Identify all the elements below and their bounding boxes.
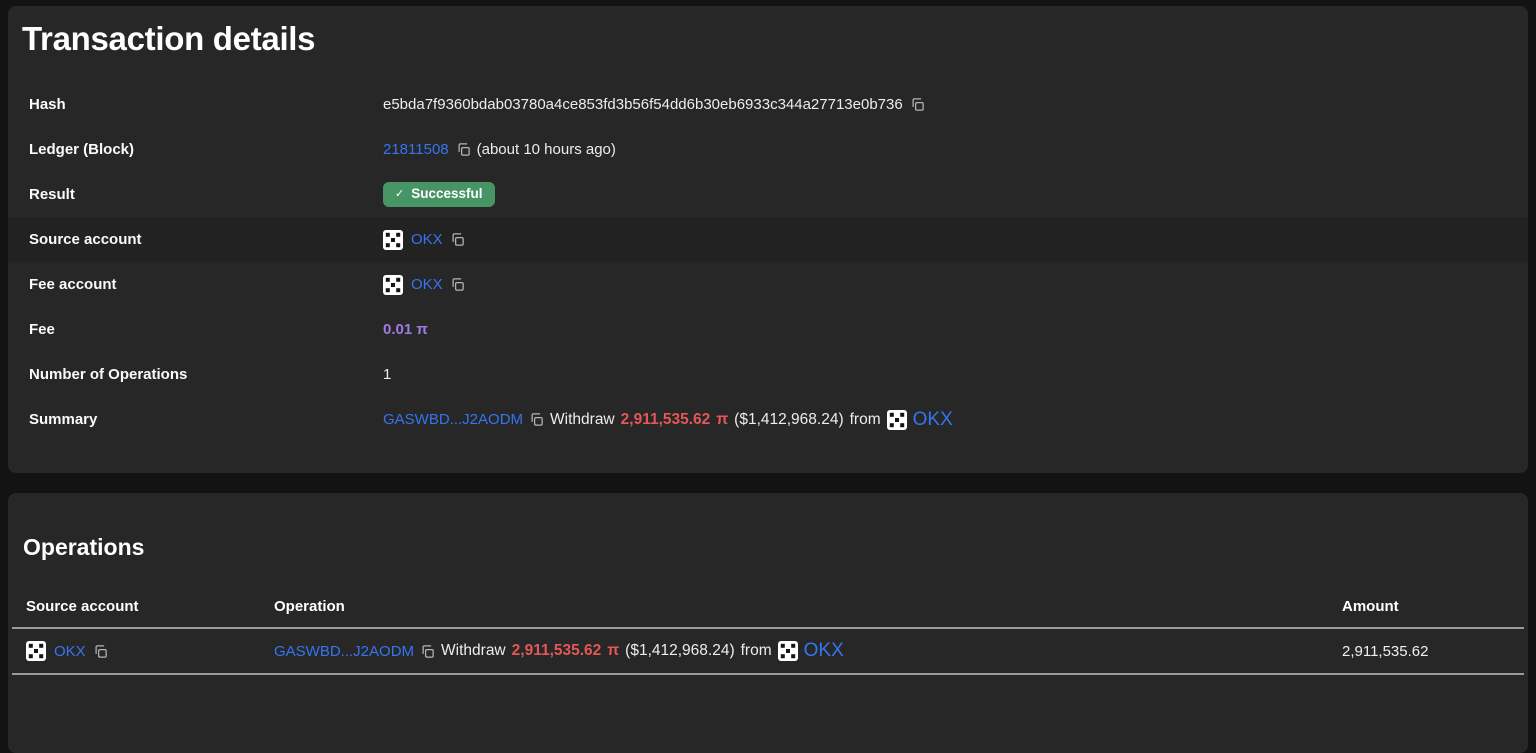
- operation-from-text: from: [741, 642, 772, 660]
- copy-operation-account-button[interactable]: [420, 644, 435, 659]
- row-result: Result ✓ Successful: [8, 172, 1528, 217]
- operation-currency: π: [607, 642, 619, 660]
- hash-label: Hash: [29, 96, 383, 113]
- copy-icon: [450, 277, 465, 292]
- copy-operation-source-button[interactable]: [93, 644, 108, 659]
- operation-summary: GASWBD...J2AODM Withdraw 2,911,535.62 π …: [274, 640, 844, 662]
- header-source-account: Source account: [12, 598, 274, 615]
- operation-amount-cell: 2,911,535.62: [1342, 643, 1524, 660]
- copy-source-account-button[interactable]: [450, 232, 465, 247]
- fee-label: Fee: [29, 321, 383, 338]
- page-title: Transaction details: [22, 20, 1528, 58]
- row-fee: Fee 0.01 π: [8, 307, 1528, 352]
- status-badge: ✓ Successful: [383, 182, 495, 207]
- transaction-details-card: Transaction details Hash e5bda7f9360bdab…: [8, 6, 1528, 473]
- copy-icon: [910, 97, 925, 112]
- transaction-detail-rows: Hash e5bda7f9360bdab03780a4ce853fd3b56f5…: [8, 82, 1528, 442]
- row-ledger: Ledger (Block) 21811508 (about 10 hours …: [8, 127, 1528, 172]
- operation-account-link[interactable]: GASWBD...J2AODM: [274, 643, 414, 660]
- operation-usd-value: ($1,412,968.24): [734, 411, 843, 429]
- source-account-link[interactable]: OKX: [411, 231, 443, 248]
- ledger-label: Ledger (Block): [29, 141, 383, 158]
- operation-summary: GASWBD...J2AODM Withdraw 2,911,535.62 π …: [383, 409, 953, 431]
- operations-card: Operations Source account Operation Amou…: [8, 493, 1528, 753]
- operation-from-text: from: [850, 411, 881, 429]
- hash-value: e5bda7f9360bdab03780a4ce853fd3b56f54dd6b…: [383, 96, 903, 113]
- operations-table: Source account Operation Amount OKX GASW…: [12, 585, 1524, 675]
- operation-description-cell: GASWBD...J2AODM Withdraw 2,911,535.62 π …: [274, 640, 1342, 662]
- copy-icon: [450, 232, 465, 247]
- row-hash: Hash e5bda7f9360bdab03780a4ce853fd3b56f5…: [8, 82, 1528, 127]
- counterparty-link[interactable]: OKX: [913, 409, 953, 431]
- row-operations-count: Number of Operations 1: [8, 352, 1528, 397]
- counterparty-link[interactable]: OKX: [804, 640, 844, 662]
- account-identicon-icon: [383, 275, 403, 295]
- copy-ledger-button[interactable]: [456, 142, 471, 157]
- page: Transaction details Hash e5bda7f9360bdab…: [0, 6, 1536, 753]
- source-account-label: Source account: [29, 231, 383, 248]
- operation-source-cell: OKX: [12, 641, 274, 661]
- fee-value: 0.01 π: [383, 321, 428, 338]
- header-amount: Amount: [1342, 598, 1524, 615]
- summary-label: Summary: [29, 411, 383, 428]
- status-badge-label: Successful: [411, 187, 482, 202]
- copy-fee-account-button[interactable]: [450, 277, 465, 292]
- operation-amount: 2,911,535.62: [621, 411, 711, 429]
- fee-account-label: Fee account: [29, 276, 383, 293]
- account-identicon-icon: [383, 230, 403, 250]
- operation-action: Withdraw: [550, 411, 615, 429]
- ledger-time: (about 10 hours ago): [477, 141, 616, 158]
- row-fee-account: Fee account OKX: [8, 262, 1528, 307]
- operations-count-label: Number of Operations: [29, 366, 383, 383]
- account-identicon-icon: [26, 641, 46, 661]
- operation-amount: 2,911,535.62: [512, 642, 602, 660]
- operation-currency: π: [716, 411, 728, 429]
- operations-count-value: 1: [383, 366, 391, 383]
- operations-title: Operations: [23, 533, 1528, 561]
- operations-table-header: Source account Operation Amount: [12, 585, 1524, 629]
- operation-action: Withdraw: [441, 642, 506, 660]
- copy-icon: [93, 644, 108, 659]
- account-identicon-icon: [887, 410, 907, 430]
- copy-icon: [420, 644, 435, 659]
- result-label: Result: [29, 186, 383, 203]
- row-summary: Summary GASWBD...J2AODM Withdraw 2,911,5…: [8, 397, 1528, 442]
- operation-table-row: OKX GASWBD...J2AODM Withdraw 2,911,535.6…: [12, 629, 1524, 675]
- copy-icon: [456, 142, 471, 157]
- copy-hash-button[interactable]: [910, 97, 925, 112]
- operation-source-link[interactable]: OKX: [54, 643, 86, 660]
- row-source-account: Source account OKX: [8, 217, 1528, 262]
- operation-account-link[interactable]: GASWBD...J2AODM: [383, 411, 523, 428]
- ledger-link[interactable]: 21811508: [383, 141, 449, 158]
- fee-account-link[interactable]: OKX: [411, 276, 443, 293]
- copy-icon: [529, 412, 544, 427]
- operation-usd-value: ($1,412,968.24): [625, 642, 734, 660]
- copy-operation-account-button[interactable]: [529, 412, 544, 427]
- account-identicon-icon: [778, 641, 798, 661]
- header-operation: Operation: [274, 598, 1342, 615]
- check-icon: ✓: [395, 188, 404, 200]
